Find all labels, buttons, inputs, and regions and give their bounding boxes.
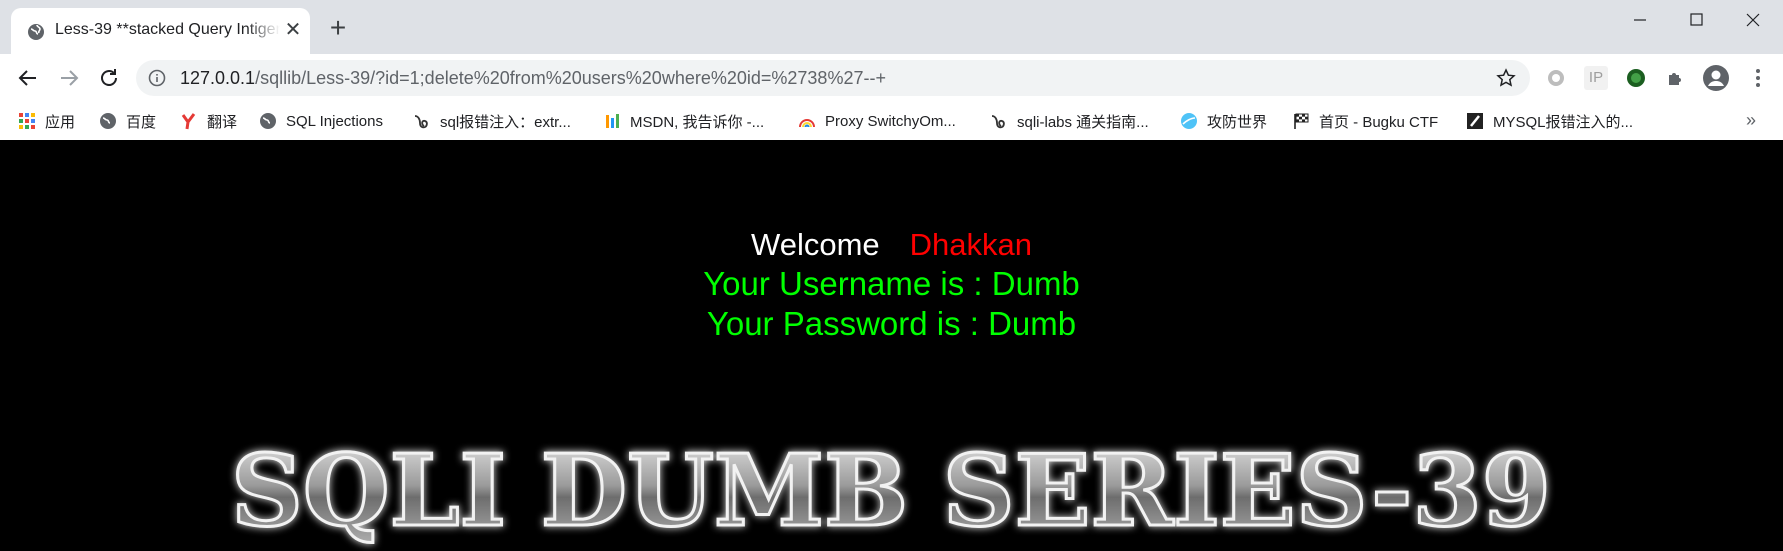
bookmarks-bar: 应用 百度 翻译 SQL Injections sql报错注入：extr... … — [0, 102, 1783, 141]
swirl-icon — [414, 115, 428, 129]
bookmark-baidu[interactable]: 百度 — [99, 102, 156, 140]
msdn-icon — [606, 114, 619, 128]
bookmark-label: 首页 - Bugku CTF — [1319, 113, 1439, 131]
url-host: 127.0.0.1 — [180, 68, 256, 88]
bookmark-mysql-error-injection[interactable]: MYSQL报错注入的... — [1466, 102, 1633, 140]
browser-tab[interactable]: Less-39 **stacked Query Intiger type** ✕ — [11, 8, 310, 54]
password-line: Your Password is : Dumb — [706, 305, 1077, 342]
maximize-icon[interactable] — [1676, 8, 1716, 32]
menu-dots-icon[interactable] — [1746, 66, 1770, 90]
bookmarks-overflow-chevron-icon[interactable]: » — [1746, 110, 1756, 131]
bookmark-proxy-switchyomega[interactable]: Proxy SwitchyOm... — [798, 102, 956, 140]
bookmark-label: 应用 — [45, 113, 76, 131]
flag-icon — [1294, 113, 1309, 129]
series-banner-logo: SQLI DUMB SERIES-39 — [230, 433, 1553, 551]
back-icon[interactable] — [14, 64, 42, 92]
tab-strip: Less-39 **stacked Query Intiger type** ✕… — [0, 0, 1783, 54]
welcome-line: Welcome Dhakkan — [0, 227, 1783, 263]
bookmark-msdn[interactable]: MSDN, 我告诉你 -... — [603, 102, 764, 140]
browser-chrome: Less-39 **stacked Query Intiger type** ✕… — [0, 0, 1783, 141]
address-bar[interactable]: 127.0.0.1/sqllib/Less-39/?id=1;delete%20… — [136, 60, 1530, 96]
minimize-icon[interactable] — [1620, 8, 1660, 32]
banner-text: SQLI DUMB SERIES-39 — [231, 434, 1551, 549]
profile-avatar-icon[interactable] — [1702, 64, 1730, 92]
green-extension-icon[interactable] — [1624, 66, 1648, 90]
youdao-icon — [181, 113, 196, 130]
reload-icon[interactable] — [95, 64, 123, 92]
bookmark-apps[interactable]: 应用 — [18, 102, 75, 140]
bookmark-label: MSDN, 我告诉你 -... — [630, 113, 765, 131]
bookmark-sql-error-extr[interactable]: sql报错注入：extr... — [413, 102, 571, 140]
bookmark-label: sqli-labs 通关指南... — [1017, 113, 1149, 131]
user-name: Dhakkan — [909, 227, 1032, 262]
bookmark-label: 攻防世界 — [1207, 113, 1268, 131]
ip-extension-icon[interactable]: IP — [1584, 66, 1608, 90]
globe-icon — [260, 113, 276, 129]
new-tab-button[interactable]: + — [325, 14, 351, 42]
close-window-icon[interactable] — [1733, 8, 1773, 32]
planet-icon — [1181, 113, 1197, 129]
bookmark-label: Proxy SwitchyOm... — [825, 112, 956, 130]
extension-circle-icon[interactable] — [1544, 66, 1568, 90]
tab-title: Less-39 **stacked Query Intiger type** — [55, 21, 280, 38]
rainbow-icon — [799, 119, 815, 128]
bookmark-gongfang-shijie[interactable]: 攻防世界 — [1180, 102, 1267, 140]
bookmark-label: 翻译 — [207, 113, 238, 131]
globe-icon — [28, 24, 44, 40]
zhihu-icon — [1467, 113, 1483, 129]
welcome-text: Welcome — [751, 227, 880, 262]
close-tab-icon[interactable]: ✕ — [283, 20, 303, 40]
bookmark-label: sql报错注入：extr... — [440, 113, 571, 131]
apps-grid-icon — [19, 113, 35, 129]
bookmark-label: 百度 — [126, 113, 157, 131]
bookmark-sql-injections[interactable]: SQL Injections — [259, 102, 383, 140]
swirl-icon — [991, 115, 1005, 129]
toolbar: 127.0.0.1/sqllib/Less-39/?id=1;delete%20… — [0, 54, 1783, 102]
extensions-puzzle-icon[interactable] — [1664, 66, 1688, 90]
bookmark-star-icon[interactable] — [1496, 68, 1516, 88]
url-text[interactable]: 127.0.0.1/sqllib/Less-39/?id=1;delete%20… — [180, 68, 886, 89]
bookmark-bugku-ctf[interactable]: 首页 - Bugku CTF — [1292, 102, 1438, 140]
bookmark-translate[interactable]: 翻译 — [180, 102, 237, 140]
site-info-icon[interactable] — [148, 69, 166, 87]
url-path: /sqllib/Less-39/?id=1;delete%20from%20us… — [255, 68, 886, 88]
username-line: Your Username is : Dumb — [703, 265, 1080, 302]
forward-icon[interactable] — [55, 64, 83, 92]
bookmark-sqli-labs-guide[interactable]: sqli-labs 通关指南... — [990, 102, 1149, 140]
page-content: Welcome Dhakkan Your Username is : Dumb Y… — [0, 140, 1783, 551]
globe-icon — [100, 113, 116, 129]
bookmark-label: MYSQL报错注入的... — [1493, 113, 1634, 131]
bookmark-label: SQL Injections — [286, 112, 383, 130]
